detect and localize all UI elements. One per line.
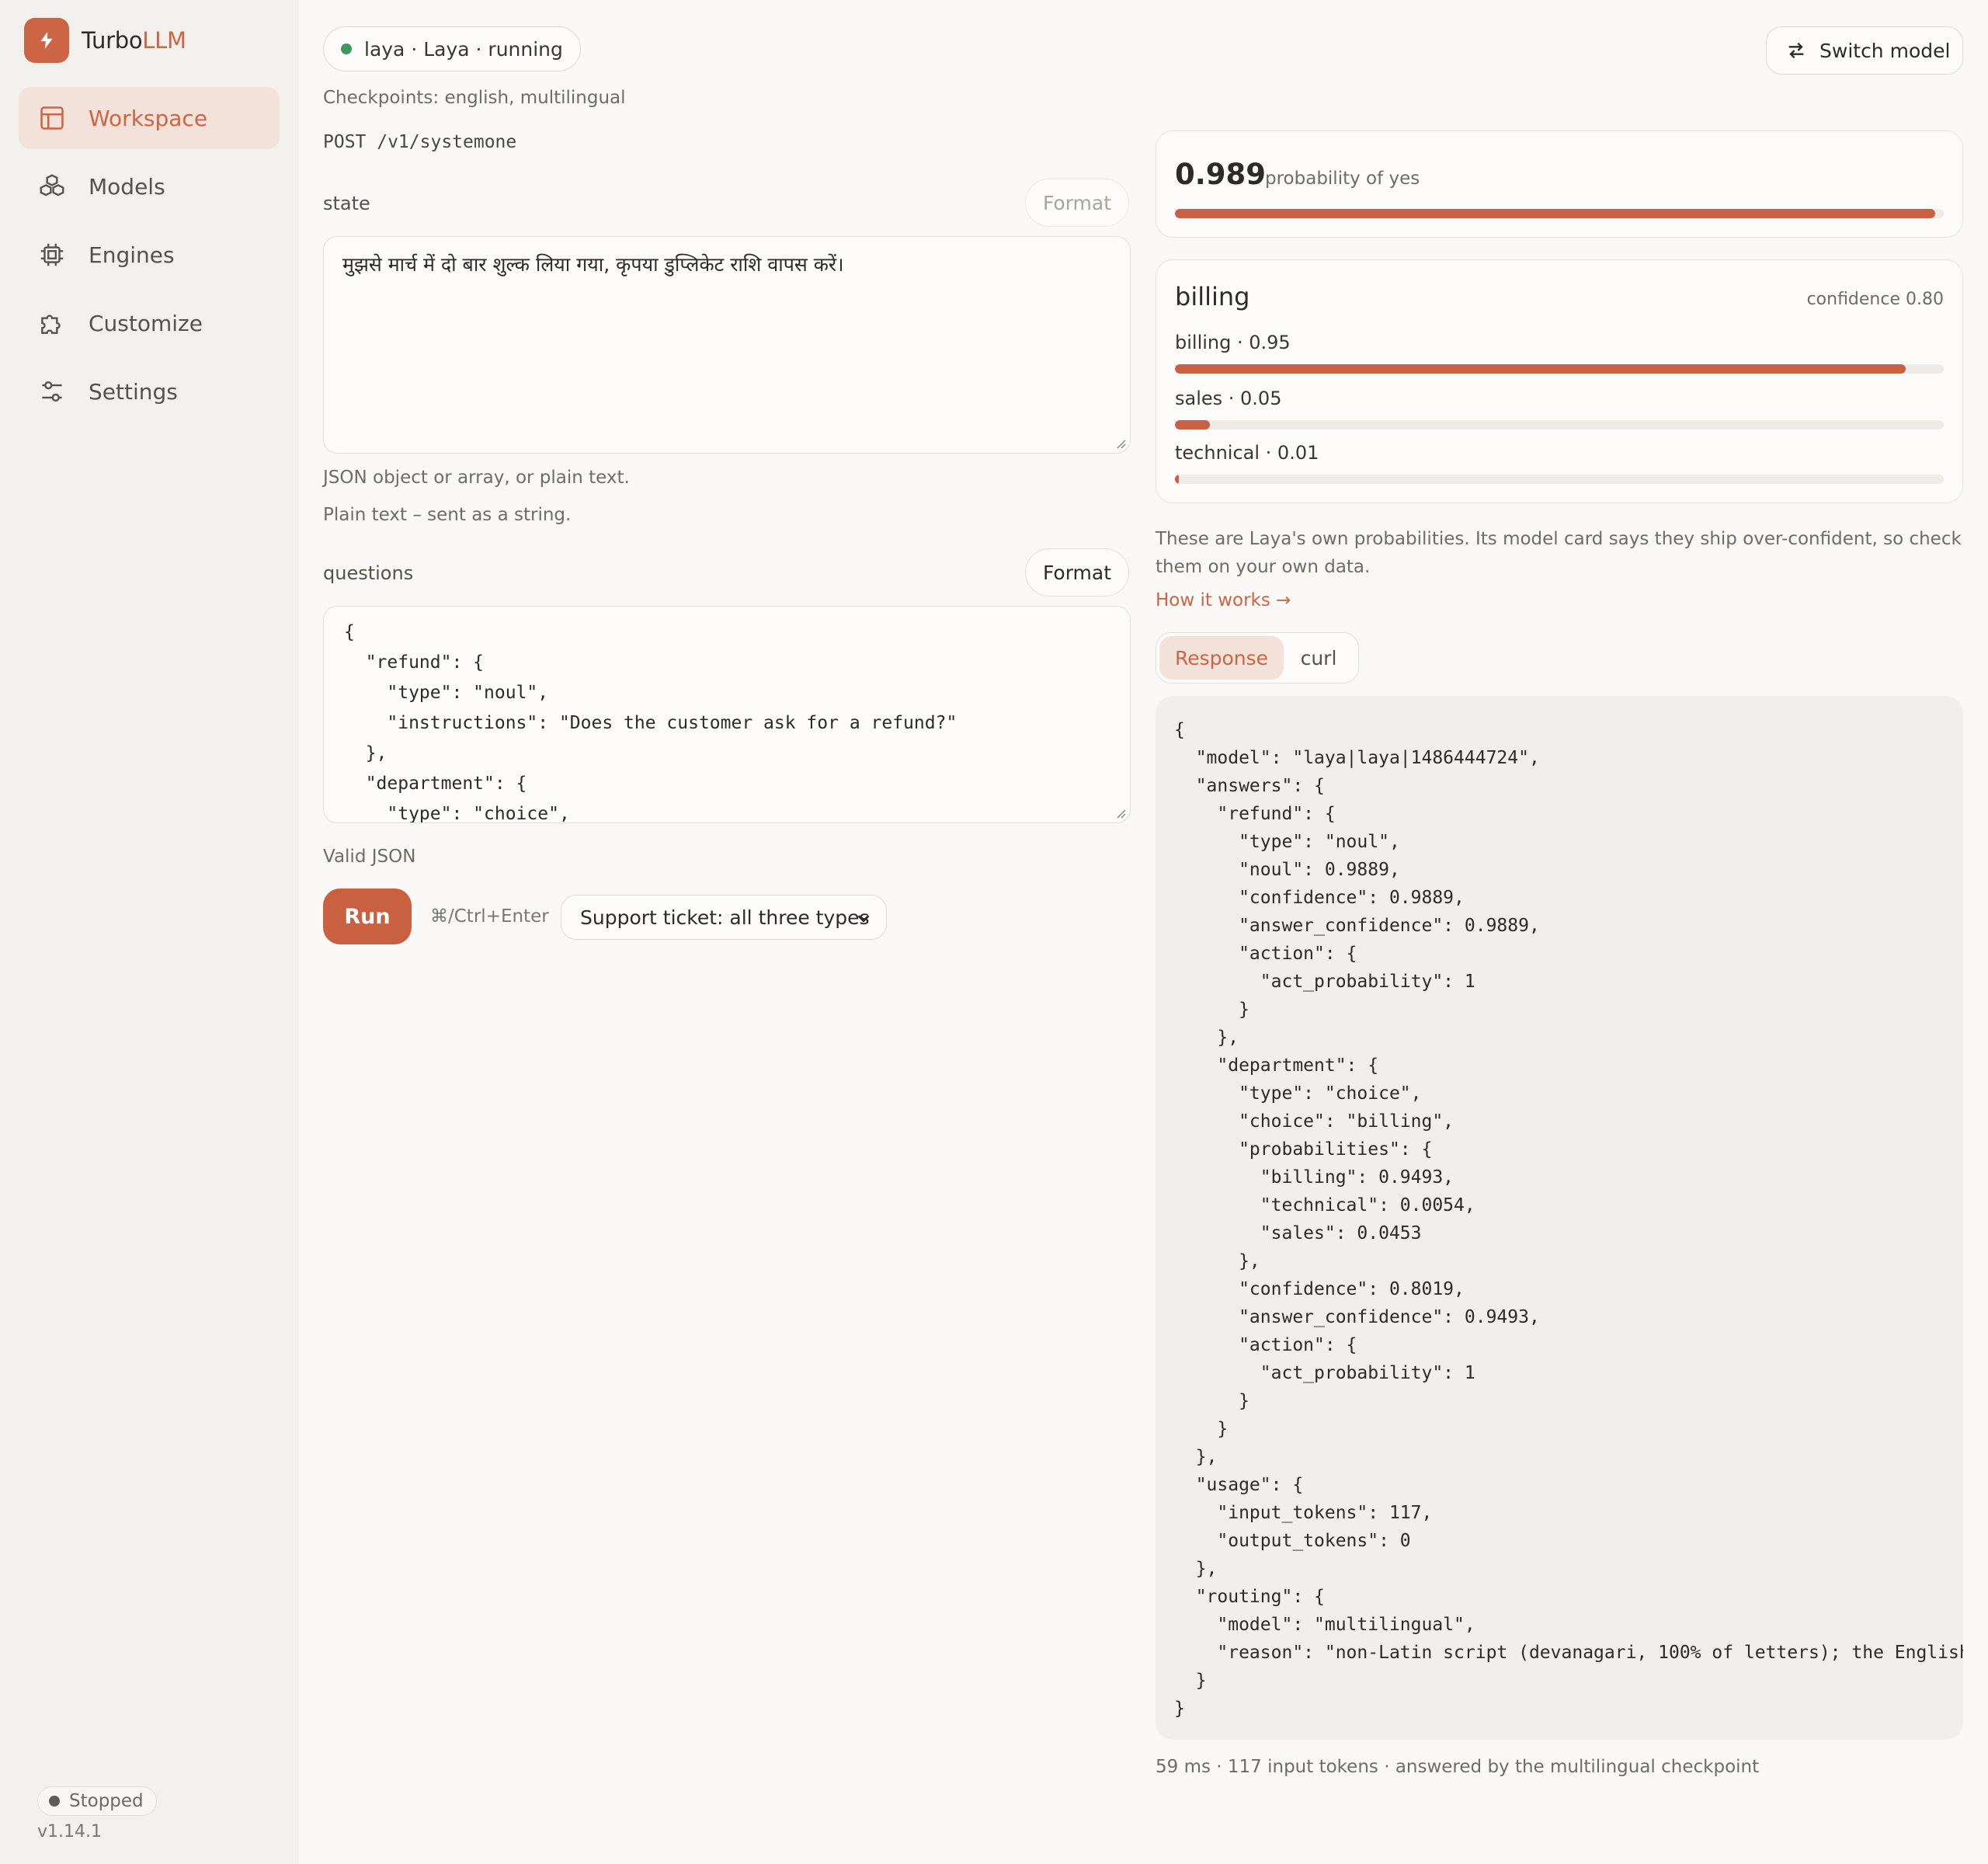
sidebar-item-engines[interactable]: Engines xyxy=(19,224,280,286)
endpoint-label: POST /v1/systemone xyxy=(323,132,517,152)
tab-curl[interactable]: curl xyxy=(1284,636,1354,680)
response-panel[interactable]: { "model": "laya|laya|1486444724", "answ… xyxy=(1156,696,1963,1740)
sliders-icon xyxy=(42,381,62,402)
sidebar-item-label: Workspace xyxy=(89,105,208,131)
class-row-label: sales · 0.05 xyxy=(1175,388,1282,409)
preset-selected-value: Support ticket: all three types xyxy=(580,906,870,929)
app-name-accent: LLM xyxy=(142,27,186,54)
class-bar xyxy=(1175,420,1944,429)
sidebar-item-workspace[interactable]: Workspace xyxy=(19,87,280,149)
bolt-icon xyxy=(24,18,69,63)
questions-label: questions xyxy=(323,562,414,584)
output-tabs: Response curl xyxy=(1156,632,1359,683)
state-text: मुझसे मार्च में दो बार शुल्क लिया गया, क… xyxy=(342,253,844,276)
resize-grip-icon[interactable] xyxy=(1113,805,1127,819)
sidebar-item-label: Customize xyxy=(89,310,203,336)
questions-textarea[interactable]: { "refund": { "type": "noul", "instructi… xyxy=(323,606,1131,823)
response-json: { "model": "laya|laya|1486444724", "answ… xyxy=(1174,720,1963,1719)
classification-choice: billing xyxy=(1175,282,1250,311)
swap-arrows-icon xyxy=(1788,42,1804,59)
status-dot-icon xyxy=(49,1796,60,1807)
sidebar-item-label: Settings xyxy=(89,378,178,405)
probability-value: 0.989 xyxy=(1175,158,1267,191)
resize-grip-icon[interactable] xyxy=(1113,436,1127,450)
class-row-label: technical · 0.01 xyxy=(1175,442,1319,464)
classification-card: billing confidence 0.80 billing · 0.95 s… xyxy=(1156,259,1963,503)
probability-label: probability of yes xyxy=(1265,169,1420,189)
cubes-icon xyxy=(40,174,64,196)
preset-select[interactable]: Support ticket: all three types xyxy=(561,895,887,940)
state-format-button[interactable]: Format xyxy=(1025,179,1129,227)
state-label: state xyxy=(323,193,370,214)
sidebar-item-settings[interactable]: Settings xyxy=(19,360,280,423)
sidebar-item-models[interactable]: Models xyxy=(19,155,280,217)
puzzle-icon xyxy=(41,315,61,334)
sidebar-item-label: Engines xyxy=(89,242,175,268)
state-textarea[interactable]: मुझसे मार्च में दो बार शुल्क लिया गया, क… xyxy=(323,236,1131,454)
version-label: v1.14.1 xyxy=(37,1822,102,1841)
app-name: TurboLLM xyxy=(82,27,186,54)
sidebar-item-label: Models xyxy=(89,173,165,200)
layout-icon xyxy=(40,106,64,130)
sidebar-nav: Workspace Models Engines Customize Setti… xyxy=(19,87,280,429)
state-mode-hint: Plain text – sent as a string. xyxy=(323,505,572,525)
run-button[interactable]: Run xyxy=(323,889,412,944)
probability-bar-fill xyxy=(1175,209,1936,218)
tab-response[interactable]: Response xyxy=(1159,636,1284,680)
sidebar: TurboLLM Workspace Models Engines Custom… xyxy=(0,0,298,1864)
class-bar-fill xyxy=(1175,364,1906,374)
model-status-text: laya · Laya · running xyxy=(364,37,563,61)
class-row-label: billing · 0.95 xyxy=(1175,332,1291,353)
run-shortcut-hint: ⌘/Ctrl+Enter xyxy=(430,906,549,927)
class-bar-fill xyxy=(1175,420,1210,429)
model-status-pill[interactable]: laya · Laya · running xyxy=(323,26,581,71)
class-bar xyxy=(1175,364,1944,374)
state-hint: JSON object or array, or plain text. xyxy=(323,468,630,488)
probability-card: 0.989 probability of yes xyxy=(1156,130,1963,238)
response-meta: 59 ms · 117 input tokens · answered by t… xyxy=(1156,1757,1760,1777)
switch-model-button[interactable]: Switch model xyxy=(1766,26,1963,75)
questions-validation: Valid JSON xyxy=(323,847,416,867)
checkpoints-label: Checkpoints: english, multilingual xyxy=(323,88,626,108)
class-bar xyxy=(1175,475,1944,484)
brand[interactable]: TurboLLM xyxy=(24,18,186,63)
questions-format-button[interactable]: Format xyxy=(1025,548,1129,596)
app-name-main: Turbo xyxy=(82,27,143,54)
how-it-works-link[interactable]: How it works → xyxy=(1156,590,1291,610)
running-dot-icon xyxy=(341,43,352,54)
chip-icon xyxy=(40,243,64,266)
calibration-note: These are Laya's own probabilities. Its … xyxy=(1156,529,1962,577)
chevron-down-icon xyxy=(857,915,870,923)
probability-bar xyxy=(1175,209,1944,218)
classification-confidence: confidence 0.80 xyxy=(1806,290,1944,309)
switch-model-label: Switch model xyxy=(1819,39,1951,62)
server-status-badge[interactable]: Stopped xyxy=(37,1786,157,1816)
questions-text: { "refund": { "type": "noul", "instructi… xyxy=(344,622,958,823)
sidebar-item-customize[interactable]: Customize xyxy=(19,292,280,354)
server-status-text: Stopped xyxy=(69,1791,144,1811)
class-bar-fill xyxy=(1175,475,1180,484)
